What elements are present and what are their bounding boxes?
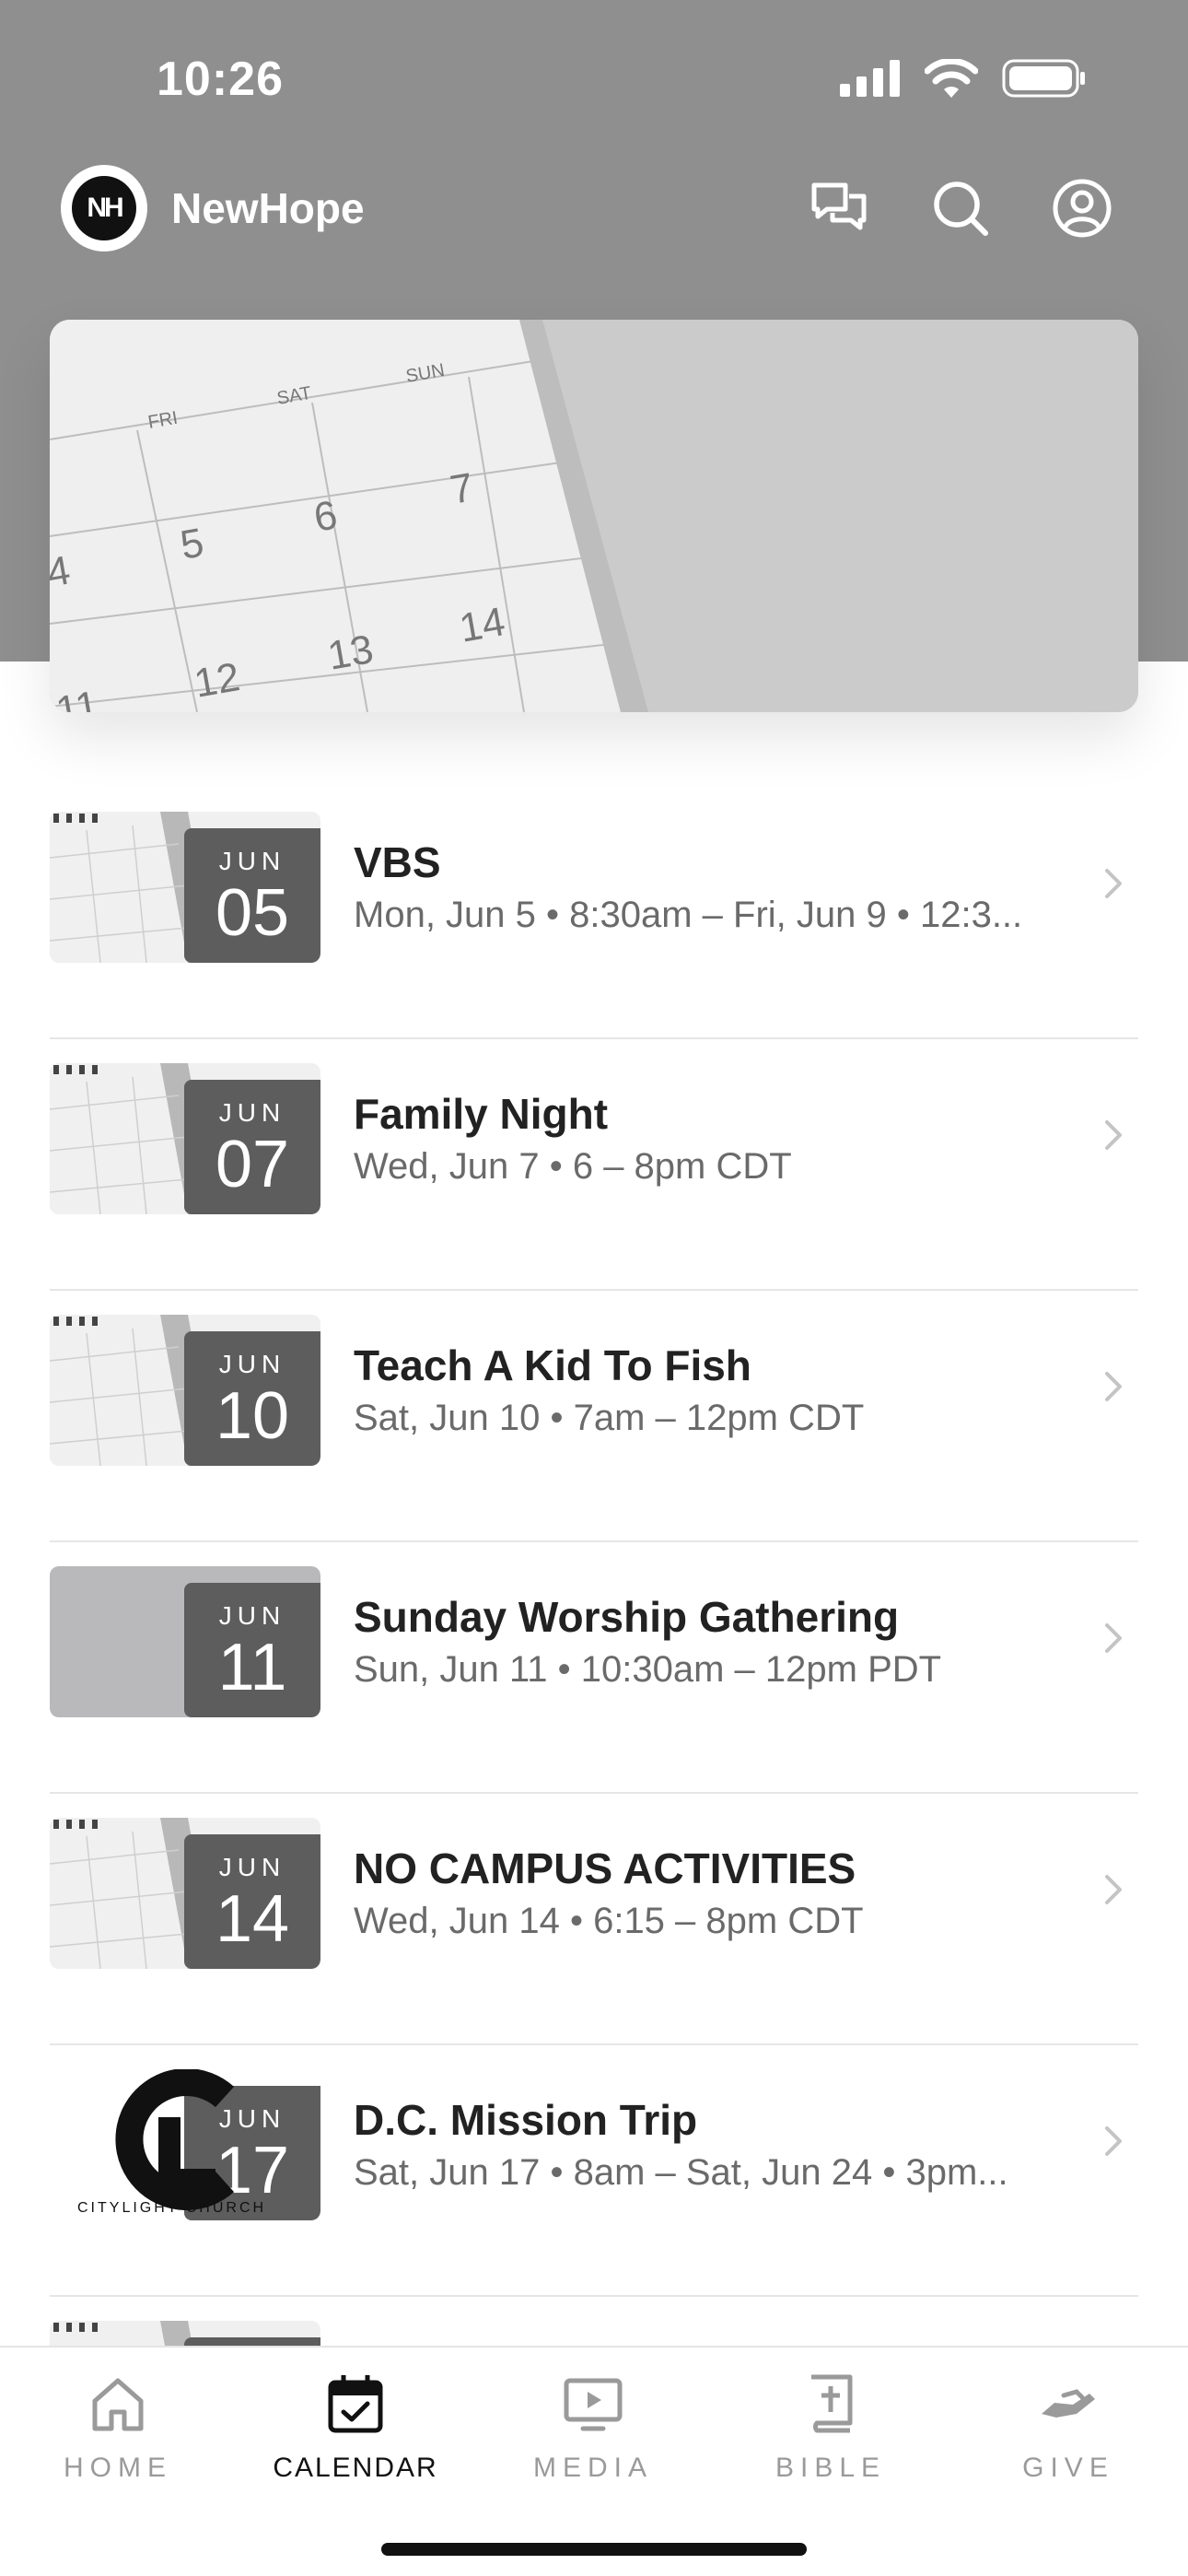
event-datetime: Wed, Jun 14 • 6:15 – 8pm CDT (354, 1901, 864, 1941)
event-row[interactable]: JUN 11 Sunday Worship Gathering Sun, Jun… (50, 1542, 1138, 1794)
event-thumbnail: JUN 17 CITYLIGHT CHURCH (50, 2069, 320, 2220)
tab-label: HOME (64, 2453, 172, 2483)
profile-button[interactable] (1052, 178, 1112, 239)
chat-icon (811, 182, 867, 230)
calendar-icon (328, 2375, 383, 2433)
home-indicator (381, 2543, 807, 2556)
tab-home[interactable]: HOME (17, 2371, 219, 2484)
top-actions (809, 178, 1112, 239)
chevron-right-icon (1105, 2126, 1122, 2156)
badge-month: JUN (218, 847, 286, 875)
signal-icon (840, 60, 900, 97)
event-title: Teach A Kid To Fish (354, 1341, 751, 1389)
event-title: VBS (354, 838, 441, 886)
event-thumbnail: JUN 07 (50, 1063, 320, 1214)
app-name: NewHope (171, 184, 365, 232)
badge-day: 05 (215, 876, 290, 950)
badge-day: 10 (215, 1379, 290, 1453)
event-datetime: Wed, Jun 7 • 6 – 8pm CDT (354, 1146, 792, 1187)
badge-month: JUN (218, 1601, 286, 1630)
event-title: D.C. Mission Trip (354, 2096, 698, 2144)
event-thumbnail: JUN 10 (50, 1315, 320, 1466)
hero-num-13: 13 (324, 626, 377, 679)
tab-bible[interactable]: BIBLE (729, 2371, 932, 2484)
wifi-icon (925, 59, 978, 98)
chevron-right-icon (1105, 1120, 1122, 1150)
event-title: NO CAMPUS ACTIVITIES (354, 1844, 856, 1892)
tab-label: GIVE (1022, 2453, 1114, 2483)
event-thumbnail: JUN 05 (50, 812, 320, 963)
home-icon (92, 2378, 144, 2431)
event-datetime: Mon, Jun 5 • 8:30am – Fri, Jun 9 • 12:3.… (354, 895, 1023, 935)
event-thumbnail: JUN 11 (50, 1566, 320, 1717)
battery-icon (1002, 59, 1085, 98)
badge-day: 14 (215, 1882, 290, 1956)
chevron-right-icon (1105, 869, 1122, 898)
tab-calendar[interactable]: CALENDAR (254, 2371, 457, 2484)
tab-media[interactable]: MEDIA (492, 2371, 694, 2484)
give-icon (1042, 2389, 1095, 2418)
date-badge: JUN 07 (184, 1080, 320, 1214)
event-datetime: Sun, Jun 11 • 10:30am – 12pm PDT (354, 1649, 942, 1690)
status-bar: 10:26 (0, 0, 1188, 157)
status-icons (840, 59, 1087, 98)
tab-label: MEDIA (532, 2453, 653, 2483)
event-row[interactable]: JUN 10 Teach A Kid To Fish Sat, Jun 10 •… (50, 1291, 1138, 1542)
badge-day: 07 (215, 1128, 290, 1201)
date-badge: JUN 11 (184, 1583, 320, 1717)
citylight-logo (115, 2069, 235, 2210)
event-row[interactable]: JUN 14 NO CAMPUS ACTIVITIES Wed, Jun 14 … (50, 1794, 1138, 2045)
event-datetime: Sat, Jun 10 • 7am – 12pm CDT (354, 1398, 865, 1438)
tab-label: CALENDAR (273, 2453, 438, 2483)
status-time: 10:26 (157, 53, 284, 106)
date-badge: JUN 10 (184, 1331, 320, 1466)
bible-icon (811, 2374, 853, 2433)
media-icon (564, 2378, 623, 2431)
citylight-text: CITYLIGHT CHURCH (77, 2200, 267, 2216)
search-button[interactable] (930, 178, 991, 239)
search-icon (934, 181, 988, 236)
hero-image[interactable]: FRI SAT SUN 4 5 6 7 11 12 13 14 (50, 320, 1138, 712)
chevron-right-icon (1105, 1875, 1122, 1904)
badge-month: JUN (218, 1350, 286, 1378)
app-logo[interactable]: NH (61, 165, 147, 252)
event-title: Family Night (354, 1090, 609, 1138)
event-title: Sunday Worship Gathering (354, 1593, 900, 1641)
tab-label: BIBLE (775, 2453, 887, 2483)
messages-button[interactable] (809, 178, 869, 239)
chevron-right-icon (1105, 1372, 1122, 1401)
app-bar: NH NewHope (0, 161, 1188, 253)
logo-mark: NH (72, 176, 136, 240)
chevron-right-icon (1105, 1623, 1122, 1653)
date-badge: JUN 14 (184, 1834, 320, 1969)
event-list: JUN 05 VBS Mon, Jun 5 • 8:30am – Fri, Ju… (50, 788, 1138, 2548)
event-row[interactable]: JUN 07 Family Night Wed, Jun 7 • 6 – 8pm… (50, 1039, 1138, 1291)
profile-icon (1053, 179, 1112, 238)
calendar-photo: FRI SAT SUN 4 5 6 7 11 12 13 14 (50, 320, 1138, 712)
badge-day: 11 (217, 1631, 287, 1704)
event-thumbnail: JUN 14 (50, 1818, 320, 1969)
hero-num-12: 12 (191, 654, 243, 707)
event-row[interactable]: JUN 17 CITYLIGHT CHURCH D.C. Mission Tri… (50, 2045, 1138, 2297)
event-row[interactable]: JUN 05 VBS Mon, Jun 5 • 8:30am – Fri, Ju… (50, 788, 1138, 1039)
tab-give[interactable]: GIVE (967, 2371, 1170, 2484)
badge-month: JUN (218, 1098, 286, 1127)
date-badge: JUN 05 (184, 828, 320, 963)
tab-bar: HOME CALENDAR MEDIA BIBLE GIVE (0, 2346, 1188, 2576)
event-datetime: Sat, Jun 17 • 8am – Sat, Jun 24 • 3pm... (354, 2152, 1008, 2193)
hero-num-14: 14 (456, 599, 508, 651)
badge-month: JUN (218, 1853, 286, 1881)
